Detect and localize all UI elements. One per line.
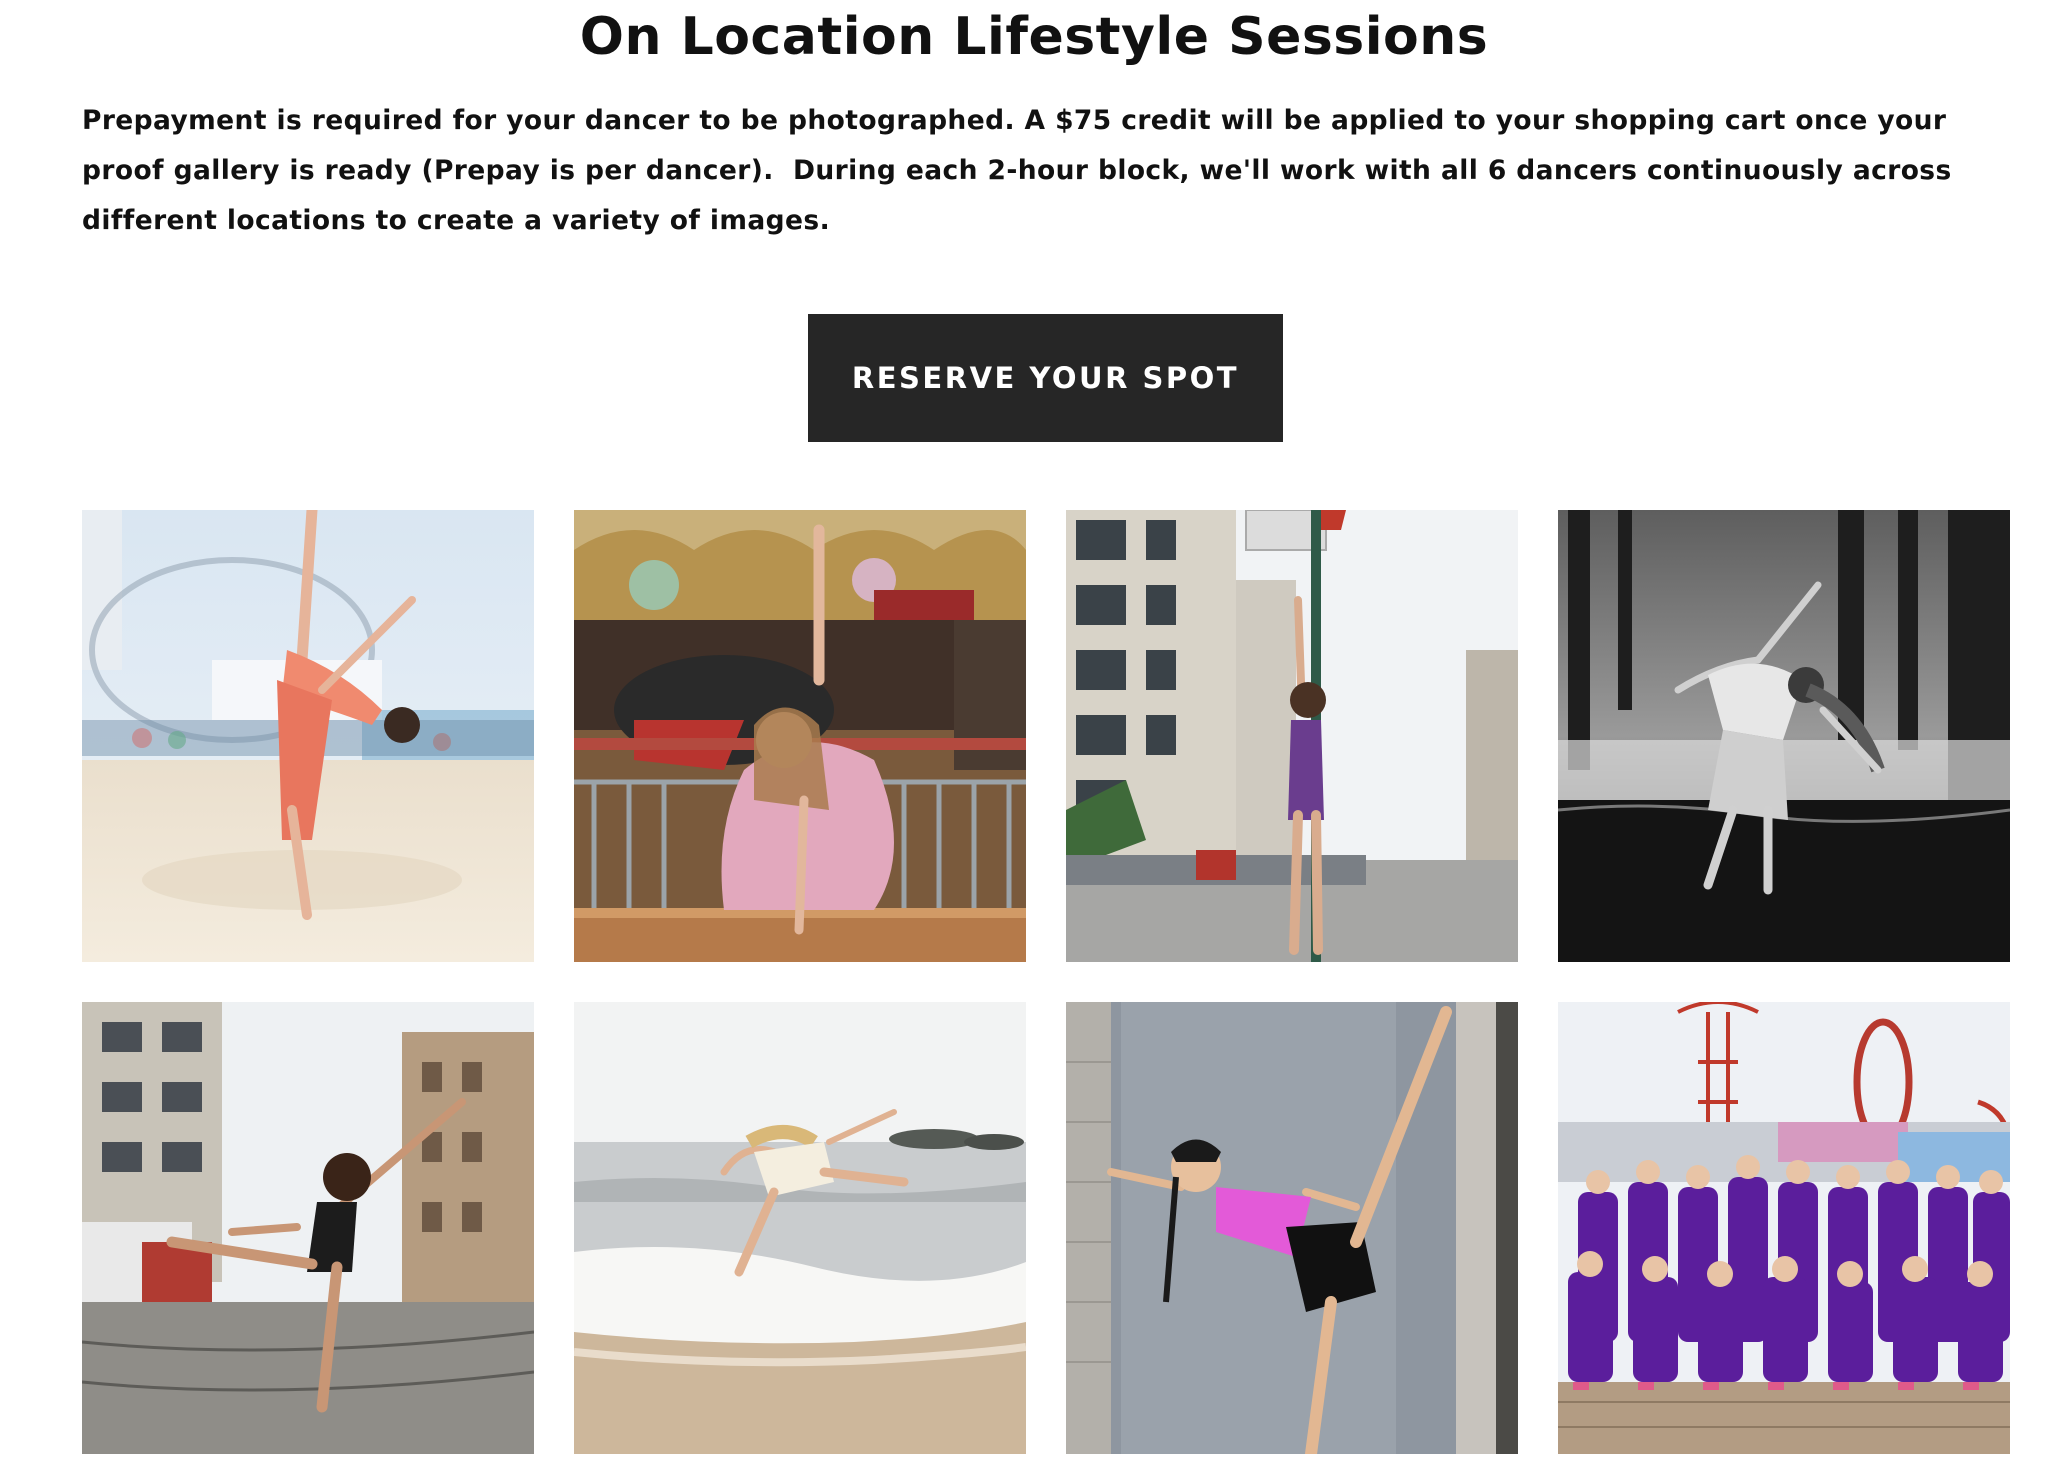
- street-pole-dancer-image: [1066, 510, 1518, 962]
- gallery-photo-beach[interactable]: [82, 510, 534, 962]
- gallery-photo-carousel[interactable]: [574, 510, 1026, 962]
- intro-paragraph: Prepayment is required for your dancer t…: [82, 105, 1962, 236]
- reserve-your-spot-button[interactable]: RESERVE YOUR SPOT: [808, 314, 1283, 442]
- gallery-photo-team[interactable]: [1558, 1002, 2010, 1454]
- cobblestone-dancer-image: [82, 1002, 534, 1454]
- gallery-photo-street-pole[interactable]: [1066, 510, 1518, 962]
- gallery-photo-cobblestone[interactable]: [82, 1002, 534, 1454]
- carousel-dancer-image: [574, 510, 1026, 962]
- gallery-photo-shoreline[interactable]: [574, 1002, 1026, 1454]
- beach-dancer-image: [82, 510, 534, 962]
- pier-dancer-image: [1558, 510, 2010, 962]
- shoreline-dancer-image: [574, 1002, 1026, 1454]
- gallery-photo-door[interactable]: [1066, 1002, 1518, 1454]
- team-boardwalk-image: [1558, 1002, 2010, 1454]
- gallery-photo-pier[interactable]: [1558, 510, 2010, 962]
- door-dancer-image: [1066, 1002, 1518, 1454]
- page-title: On Location Lifestyle Sessions: [579, 7, 1489, 67]
- photo-gallery: [82, 510, 2010, 1454]
